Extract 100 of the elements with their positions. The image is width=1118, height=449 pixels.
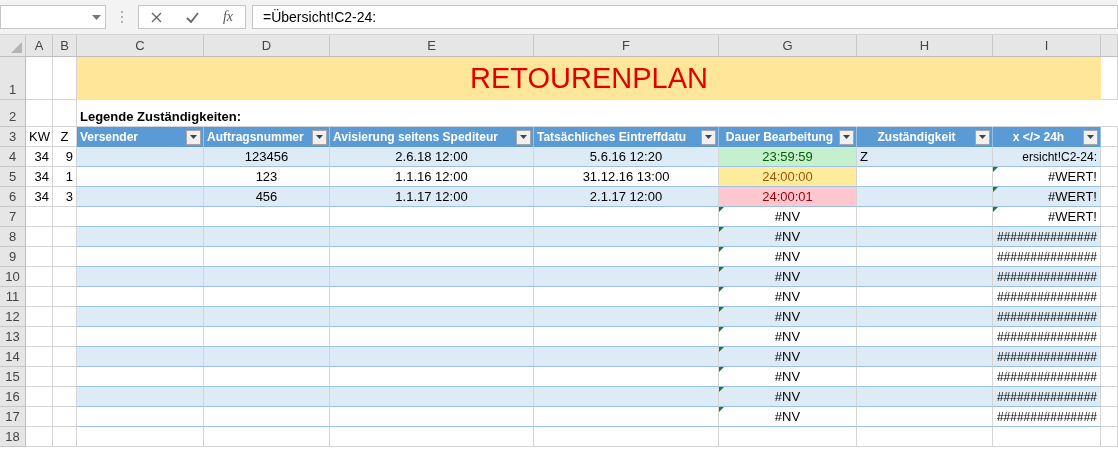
row-header[interactable]: 12 xyxy=(0,307,26,327)
row-header[interactable]: 13 xyxy=(0,327,26,347)
caret-icon[interactable] xyxy=(705,135,712,139)
row-header[interactable]: 5 xyxy=(0,167,26,187)
table-cell xyxy=(53,367,77,387)
insert-function-button[interactable]: fx xyxy=(222,9,233,25)
table-cell xyxy=(26,427,53,447)
row-header[interactable]: 2 xyxy=(0,100,26,127)
error-indicator-icon xyxy=(719,227,724,232)
column-header[interactable]: F xyxy=(534,35,719,57)
row-header[interactable]: 18 xyxy=(0,427,26,447)
table-cell: ############### xyxy=(993,347,1101,367)
table-cell: 34 xyxy=(26,167,53,187)
table-cell: #NV xyxy=(719,267,857,287)
row-header[interactable]: 9 xyxy=(0,247,26,267)
row-header[interactable]: 4 xyxy=(0,147,26,167)
column-header[interactable]: B xyxy=(53,35,77,57)
sheet-title: RETOURENPLAN xyxy=(77,57,1101,100)
table-cell xyxy=(1101,247,1118,267)
table-cell xyxy=(53,287,77,307)
filter-dropdown-button[interactable] xyxy=(701,129,716,145)
table-cell: 24:00:00 xyxy=(719,167,857,187)
table-cell: 2.1.17 12:00 xyxy=(534,187,719,207)
column-header[interactable]: E xyxy=(330,35,534,57)
table-cell: 2.6.18 12:00 xyxy=(330,147,534,167)
caret-icon[interactable] xyxy=(979,135,986,139)
table-cell xyxy=(1101,187,1118,207)
filter-dropdown-button[interactable] xyxy=(516,129,531,145)
table-cell: 34 xyxy=(26,147,53,167)
table-cell: 1 xyxy=(53,167,77,187)
table-cell: ############### xyxy=(993,267,1101,287)
row-header[interactable]: 7 xyxy=(0,207,26,227)
table-cell xyxy=(26,227,53,247)
caret-icon[interactable] xyxy=(520,135,527,139)
error-indicator-icon xyxy=(719,347,724,352)
error-indicator-icon xyxy=(719,387,724,392)
table-cell: KW xyxy=(26,127,53,147)
filter-dropdown-button[interactable] xyxy=(186,129,201,145)
error-indicator-icon xyxy=(719,307,724,312)
table-cell: #NV xyxy=(719,407,857,427)
table-cell xyxy=(26,267,53,287)
table-cell xyxy=(53,100,77,127)
table-cell: #NV xyxy=(719,387,857,407)
row-header[interactable]: 6 xyxy=(0,187,26,207)
row-header[interactable]: 10 xyxy=(0,267,26,287)
column-header[interactable]: I xyxy=(993,35,1101,57)
filter-dropdown-button[interactable] xyxy=(975,129,990,145)
table-cell xyxy=(1101,367,1118,387)
caret-icon[interactable] xyxy=(843,135,850,139)
table-cell xyxy=(1101,327,1118,347)
table-cell: ersicht!C2-24: xyxy=(993,147,1101,167)
table-cell: #NV xyxy=(719,347,857,367)
table-cell: 34 xyxy=(26,187,53,207)
table-cell xyxy=(26,247,53,267)
table-cell: #NV xyxy=(719,307,857,327)
table-cell xyxy=(1101,167,1118,187)
column-header[interactable]: D xyxy=(204,35,330,57)
formula-field[interactable]: =Übersicht!C2-24: xyxy=(252,5,1118,29)
table-cell xyxy=(1101,287,1118,307)
table-cell xyxy=(26,307,53,327)
grip-icon xyxy=(120,10,124,24)
caret-icon[interactable] xyxy=(190,135,197,139)
table-cell: 24:00:01 xyxy=(719,187,857,207)
row-header[interactable]: 3 xyxy=(0,127,26,147)
cancel-icon[interactable] xyxy=(150,11,162,23)
table-cell xyxy=(1101,307,1118,327)
error-indicator-icon xyxy=(993,187,998,192)
check-icon[interactable] xyxy=(185,11,199,23)
row-header[interactable]: 1 xyxy=(0,57,26,100)
dropdown-caret-icon[interactable] xyxy=(92,14,101,20)
table-cell: ############### xyxy=(993,387,1101,407)
table-cell xyxy=(26,57,53,100)
table-cell: 1.1.17 12:00 xyxy=(330,187,534,207)
row-header[interactable]: 11 xyxy=(0,287,26,307)
filter-dropdown-button[interactable] xyxy=(1083,129,1098,145)
column-header[interactable]: A xyxy=(26,35,53,57)
table-cell xyxy=(26,407,53,427)
table-cell: ############### xyxy=(993,407,1101,427)
table-cell xyxy=(53,247,77,267)
column-header[interactable]: G xyxy=(719,35,857,57)
row-header[interactable]: 15 xyxy=(0,367,26,387)
table-cell xyxy=(1101,127,1118,147)
table-cell: #WERT! xyxy=(993,187,1101,207)
table-cell: 5.6.16 12:20 xyxy=(534,147,719,167)
row-header[interactable]: 16 xyxy=(0,387,26,407)
row-header[interactable]: 8 xyxy=(0,227,26,247)
filter-dropdown-button[interactable] xyxy=(312,129,327,145)
table-cell xyxy=(1101,407,1118,427)
filter-dropdown-button[interactable] xyxy=(839,129,854,145)
caret-icon[interactable] xyxy=(316,135,323,139)
table-cell xyxy=(1101,147,1118,167)
table-cell xyxy=(1101,227,1118,247)
row-header[interactable]: 14 xyxy=(0,347,26,367)
column-header[interactable]: H xyxy=(857,35,993,57)
table-cell: 123456 xyxy=(204,147,330,167)
table-cell: 23:59:59 xyxy=(719,147,857,167)
caret-icon[interactable] xyxy=(1087,135,1094,139)
row-header[interactable]: 17 xyxy=(0,407,26,427)
column-header[interactable]: C xyxy=(77,35,204,57)
table-cell xyxy=(26,327,53,347)
